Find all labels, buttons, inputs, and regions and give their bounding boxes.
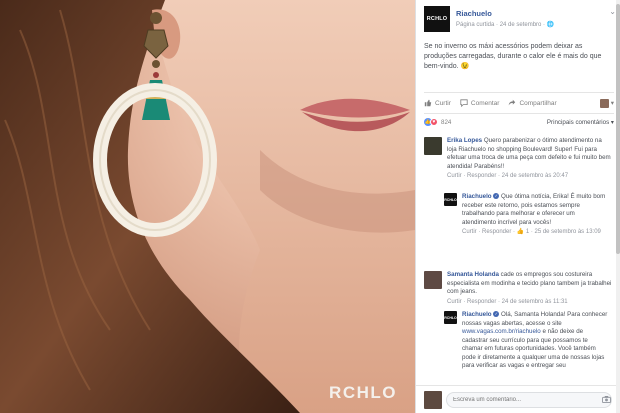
avatar[interactable]: RCHLO	[444, 193, 457, 206]
comment-list[interactable]: Erika Lopes Quero parabenizar o ótimo at…	[424, 133, 614, 385]
post-timestamp: Página curtida · 24 de setembro · 🌐	[456, 22, 555, 28]
comment-composer	[416, 385, 617, 413]
like-button[interactable]: Curtir	[424, 99, 451, 107]
photo-watermark: RCHLO	[329, 383, 397, 402]
share-arrow-icon	[509, 99, 516, 106]
comment-label: Comentar	[470, 99, 500, 107]
post-header: RCHLO Riachuelo Página curtida · 24 de s…	[424, 6, 616, 36]
react-as-selector[interactable]: ▾	[599, 98, 614, 108]
vagas-link[interactable]: www.vagas.com.br/riachuelo	[462, 328, 541, 335]
avatar[interactable]	[424, 137, 442, 155]
love-reaction-icon[interactable]: ♥	[430, 118, 438, 126]
post-options-caret-icon[interactable]: ⌄	[609, 7, 616, 16]
chevron-down-icon: ▾	[610, 100, 614, 107]
post-action-bar: Curtir Comentar Compartilhar ▾	[424, 92, 614, 114]
like-label: Curtir	[435, 99, 451, 107]
comment-bubble-icon	[460, 99, 468, 107]
comment-sort-dropdown[interactable]: Principais comentários ▾	[547, 119, 614, 126]
reply-author[interactable]: Riachuelo	[462, 311, 492, 318]
scrollbar-thumb[interactable]	[616, 4, 620, 254]
comment-body: Erika Lopes Quero parabenizar o ótimo at…	[447, 137, 612, 181]
reply-meta[interactable]: Curtir · Responder · 👍 1 · 25 de setembr…	[462, 228, 610, 237]
avatar	[424, 391, 442, 409]
reply-body: Riachuelo ✓ Olá, Samanta Holanda! Para c…	[462, 311, 610, 371]
avatar	[599, 98, 609, 108]
page-avatar[interactable]: RCHLO	[424, 6, 450, 32]
reply-body: Riachuelo ✓ Que ótima notícia, Erika! É …	[462, 193, 610, 237]
comment-meta[interactable]: Curtir · Responder · 24 de setembro às 1…	[447, 298, 612, 307]
photo-artwork	[0, 0, 415, 413]
post-side-panel: RCHLO Riachuelo Página curtida · 24 de s…	[415, 0, 620, 413]
verified-badge-icon: ✓	[493, 193, 500, 200]
camera-icon[interactable]	[602, 396, 611, 403]
comment-meta[interactable]: Curtir · Responder · 24 de setembro às 2…	[447, 172, 612, 181]
comment-input[interactable]	[446, 392, 612, 408]
post-photo[interactable]: RCHLO	[0, 0, 415, 413]
avatar[interactable]	[424, 271, 442, 289]
comment-button[interactable]: Comentar	[460, 99, 500, 107]
reaction-summary: 👍 ♥ 824 Principais comentários ▾	[424, 116, 614, 128]
verified-badge-icon: ✓	[493, 311, 500, 318]
comment-author[interactable]: Erika Lopes	[447, 137, 482, 144]
reaction-count[interactable]: 824	[441, 119, 451, 126]
share-label: Compartilhar	[519, 99, 557, 107]
thumbs-up-icon	[424, 99, 432, 107]
page-name-link[interactable]: Riachuelo	[456, 9, 492, 18]
comment-author[interactable]: Samanta Holanda	[447, 271, 499, 278]
panel-scrollbar[interactable]	[616, 0, 620, 413]
post-caption: Se no inverno os máxi acessórios podem d…	[424, 43, 602, 70]
comment-body: Samanta Holanda cade os empregos sou cos…	[447, 271, 612, 306]
share-button[interactable]: Compartilhar	[508, 99, 557, 107]
avatar[interactable]: RCHLO	[444, 311, 457, 324]
reply-author[interactable]: Riachuelo	[462, 193, 492, 200]
